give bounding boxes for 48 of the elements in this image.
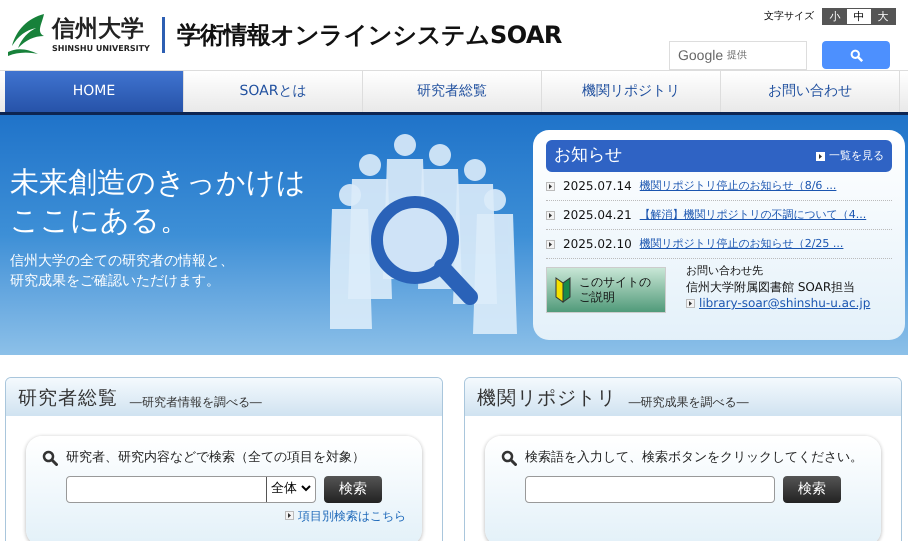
font-size-button[interactable]: 大: [871, 9, 895, 24]
bullet-icon: [546, 240, 555, 248]
news-link[interactable]: 機関リポジトリ停止のお知らせ（8/6 ...: [640, 178, 836, 194]
arrow-icon: [816, 152, 825, 160]
search-field[interactable]: 全体: [66, 476, 316, 502]
advanced-search-link[interactable]: 項目別検索はこちら: [298, 506, 406, 524]
news-title: お知らせ: [554, 144, 622, 168]
search-prompt: 研究者、研究内容などで検索（全ての項目を対象）: [66, 449, 365, 467]
bullet-icon: [546, 182, 555, 190]
bullet-icon: [285, 511, 294, 520]
google-label: Google: [678, 46, 724, 65]
email-link[interactable]: library-soar@shinshu-u.ac.jp: [699, 295, 870, 311]
contact-label: お問い合わせ先: [686, 263, 764, 279]
hero-subtext: 信州大学の全ての研究者の情報と、 研究成果をご確認いただけます。: [10, 252, 235, 291]
contact-org: 信州大学附属図書館 SOAR担当: [686, 279, 856, 295]
news-more-link[interactable]: 一覧を見る: [816, 148, 884, 164]
beginner-mark-icon: [555, 277, 571, 303]
site-title: 学術情報オンラインシステムSOAR: [176, 20, 562, 51]
chevron-down-icon: [301, 485, 311, 493]
font-size-button[interactable]: 小: [823, 9, 847, 24]
news-date: 2025.07.14: [563, 178, 632, 195]
news-date: 2025.04.21: [563, 207, 632, 224]
news-link[interactable]: 【解消】機関リポジトリの不調について（4...: [640, 206, 866, 224]
bullet-icon: [686, 298, 695, 308]
scope-select[interactable]: 全体: [266, 476, 315, 502]
panel-title: 機関リポジトリ: [477, 389, 617, 408]
google-search-field[interactable]: Google 提供: [669, 41, 807, 70]
google-note: 提供: [727, 49, 748, 63]
font-size-label: 文字サイズ: [764, 10, 814, 24]
search-icon: [42, 450, 58, 466]
hero-headline: 未来創造のきっかけは ここにある。: [10, 164, 307, 239]
nav-tab[interactable]: HOME: [5, 71, 184, 112]
search-field[interactable]: [525, 476, 775, 502]
site-guide-button[interactable]: このサイトの ご説明: [546, 267, 666, 313]
search-icon: [850, 48, 862, 62]
search-icon: [501, 450, 517, 466]
bullet-icon: [546, 210, 555, 220]
search-button[interactable]: 検索: [324, 476, 382, 502]
search-button[interactable]: 検索: [783, 476, 841, 502]
logo-text: 信州大学: [52, 18, 145, 40]
news-link[interactable]: 機関リポジトリ停止のお知らせ（2/25 ...: [640, 236, 844, 252]
panel-subtitle: ―研究成果を調べる―: [628, 396, 749, 408]
logo-subtext: SHINSHU UNIVERSITY: [52, 44, 150, 52]
search-prompt: 検索語を入力して、検索ボタンをクリックしてください。: [525, 449, 863, 467]
news-date: 2025.02.10: [563, 236, 632, 253]
panel-title: 研究者総覧: [18, 389, 118, 408]
search-button[interactable]: [822, 41, 890, 69]
panel-subtitle: ―研究者情報を調べる―: [130, 396, 262, 408]
